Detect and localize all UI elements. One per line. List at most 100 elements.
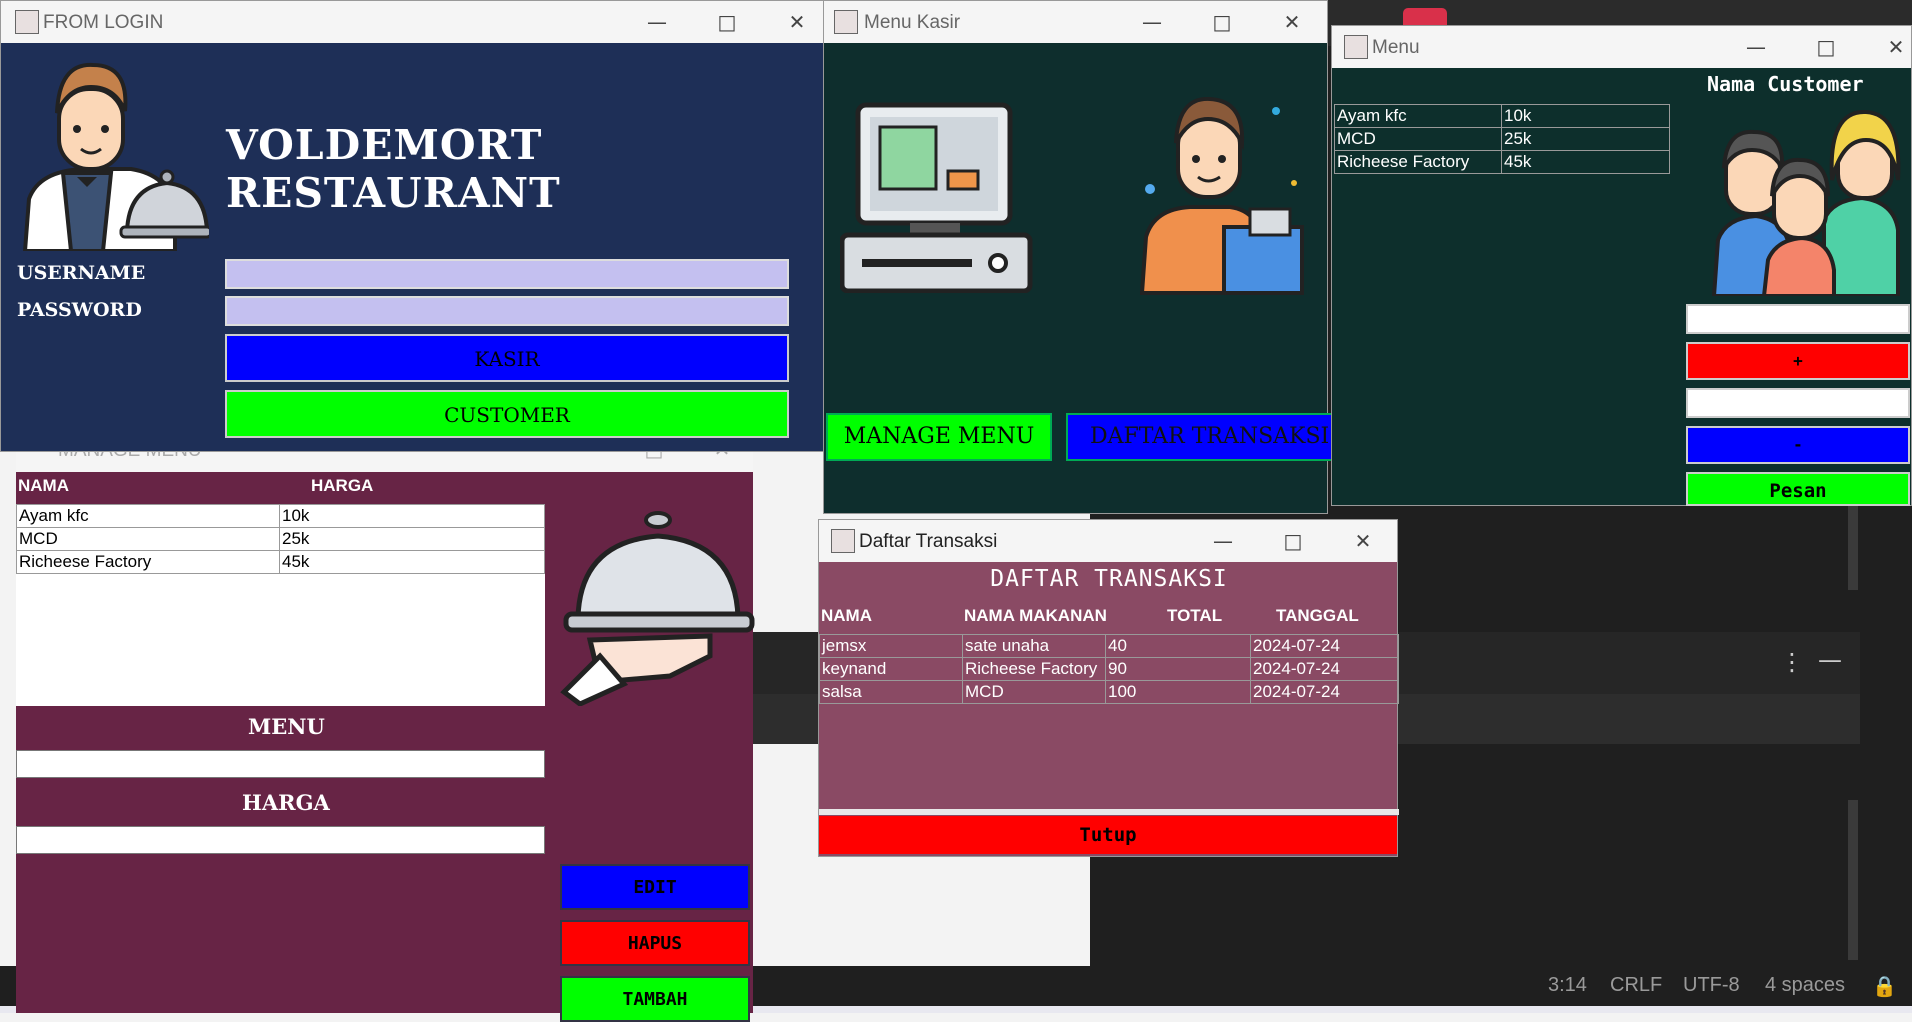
ide-scrollbar[interactable] bbox=[1848, 500, 1858, 590]
maximize-icon[interactable]: □ bbox=[1200, 7, 1244, 37]
table-row[interactable]: MCD 25k bbox=[1334, 127, 1670, 151]
col-header-harga: HARGA bbox=[311, 476, 374, 495]
table-row[interactable]: Richeese Factory 45k bbox=[16, 550, 545, 574]
username-input[interactable] bbox=[225, 259, 789, 289]
table-cell: MCD bbox=[16, 527, 280, 551]
table-cell: MCD bbox=[1334, 127, 1502, 151]
pesan-button[interactable]: Pesan bbox=[1686, 472, 1910, 506]
nama-customer-heading: Nama Customer bbox=[1707, 72, 1864, 96]
close-icon[interactable]: ✕ bbox=[775, 7, 819, 37]
manage-menu-button[interactable]: MANAGE MENU bbox=[826, 413, 1052, 461]
minimize-icon[interactable]: — bbox=[1201, 526, 1245, 556]
transaksi-table[interactable]: jemsx sate unaha 40 2024-07-24 keynand Riche… bbox=[819, 634, 1399, 704]
table-cell: Richeese Factory bbox=[16, 550, 280, 574]
minimize-panel-icon[interactable]: — bbox=[1818, 646, 1842, 674]
tambah-button[interactable]: TAMBAH bbox=[560, 976, 750, 1022]
maximize-icon[interactable]: □ bbox=[1804, 32, 1848, 62]
table-cell: 25k bbox=[279, 527, 545, 551]
table-cell: 2024-07-24 bbox=[1250, 657, 1399, 681]
maximize-icon[interactable]: □ bbox=[705, 7, 749, 37]
status-position[interactable]: 3:14 bbox=[1548, 974, 1587, 997]
username-label: USERNAME bbox=[17, 262, 146, 284]
status-indent[interactable]: 4 spaces bbox=[1765, 974, 1845, 997]
customer-button[interactable]: CUSTOMER bbox=[225, 390, 789, 438]
window-title: FROM LOGIN bbox=[43, 12, 164, 33]
table-cell: Richeese Factory bbox=[1334, 150, 1502, 174]
minimize-icon[interactable]: — bbox=[1130, 7, 1174, 37]
customer-menu-table[interactable]: Ayam kfc 10k MCD 25k Richeese Factory 45k bbox=[1334, 104, 1670, 174]
table-row[interactable]: Richeese Factory 45k bbox=[1334, 150, 1670, 174]
menu-input[interactable] bbox=[16, 750, 545, 778]
table-row[interactable]: Ayam kfc 10k bbox=[16, 504, 545, 528]
table-row[interactable]: Ayam kfc 10k bbox=[1334, 104, 1670, 128]
window-title: Menu bbox=[1372, 37, 1420, 58]
menu-table[interactable]: Ayam kfc 10k MCD 25k Richeese Factory 45k bbox=[16, 504, 545, 706]
col-header-tanggal: TANGGAL bbox=[1276, 606, 1359, 625]
password-label: PASSWORD bbox=[17, 299, 142, 321]
customers-group-icon bbox=[1712, 110, 1901, 296]
table-cell: 100 bbox=[1105, 680, 1251, 704]
table-row[interactable]: jemsx sate unaha 40 2024-07-24 bbox=[819, 634, 1399, 658]
close-icon[interactable]: ✕ bbox=[1270, 7, 1314, 37]
kasir-button[interactable]: KASIR bbox=[225, 334, 789, 382]
harga-label: HARGA bbox=[242, 790, 330, 815]
java-app-icon bbox=[831, 529, 855, 553]
transaksi-titlebar: Daftar Transaksi — □ ✕ bbox=[819, 520, 1397, 562]
customer-titlebar: Menu — □ ✕ bbox=[1332, 26, 1911, 68]
table-cell: MCD bbox=[962, 680, 1106, 704]
col-header-nama-makanan: NAMA MAKANAN bbox=[964, 606, 1107, 625]
menu-label: MENU bbox=[248, 714, 325, 739]
lock-icon[interactable]: 🔒 bbox=[1872, 974, 1897, 998]
status-encoding[interactable]: UTF-8 bbox=[1683, 974, 1740, 997]
table-row[interactable]: MCD 25k bbox=[16, 527, 545, 551]
daftar-transaksi-button[interactable]: DAFTAR TRANSAKSI bbox=[1066, 413, 1346, 461]
maximize-icon[interactable]: □ bbox=[1271, 526, 1315, 556]
table-cell: 45k bbox=[279, 550, 545, 574]
table-cell: keynand bbox=[819, 657, 963, 681]
manage-menu-window: MANAGE MENU □ ✕ NAMA HARGA Ayam kfc10k M… bbox=[16, 432, 755, 1022]
more-actions-icon[interactable]: ⋮ bbox=[1780, 648, 1804, 676]
quantity-input[interactable] bbox=[1686, 388, 1910, 418]
col-header-nama: NAMA bbox=[18, 476, 69, 495]
col-header-total: TOTAL bbox=[1167, 606, 1223, 625]
login-titlebar: FROM LOGIN — □ ✕ bbox=[1, 1, 823, 43]
table-cell: 40 bbox=[1105, 634, 1251, 658]
table-cell: 10k bbox=[1501, 104, 1670, 128]
table-cell: 45k bbox=[1501, 150, 1670, 174]
java-app-icon bbox=[834, 10, 858, 34]
col-header-nama: NAMA bbox=[821, 606, 872, 625]
serving-dish-icon bbox=[560, 511, 755, 706]
table-row[interactable]: keynand Richeese Factory 90 2024-07-24 bbox=[819, 657, 1399, 681]
table-row[interactable]: salsa MCD 100 2024-07-24 bbox=[819, 680, 1399, 704]
ide-scrollbar-lower[interactable] bbox=[1848, 800, 1858, 960]
customer-table-grid: Ayam kfc 10k MCD 25k Richeese Factory 45k bbox=[1334, 104, 1670, 174]
hapus-button[interactable]: HAPUS bbox=[560, 920, 750, 966]
table-cell: 2024-07-24 bbox=[1250, 634, 1399, 658]
table-cell: 25k bbox=[1501, 127, 1670, 151]
table-cell: 90 bbox=[1105, 657, 1251, 681]
close-icon[interactable]: ✕ bbox=[1874, 32, 1912, 62]
transaksi-table-grid: jemsx sate unaha 40 2024-07-24 keynand Riche… bbox=[819, 634, 1399, 704]
table-cell: salsa bbox=[819, 680, 963, 704]
customer-menu-window: Menu — □ ✕ Ayam kfc 10k MCD 25k Richeese F… bbox=[1331, 25, 1912, 506]
waiter-icon bbox=[22, 62, 209, 251]
status-eol[interactable]: CRLF bbox=[1610, 974, 1662, 997]
close-icon[interactable]: ✕ bbox=[1341, 526, 1385, 556]
java-app-icon bbox=[1344, 35, 1368, 59]
restaurant-heading: VOLDEMORT RESTAURANT bbox=[226, 121, 561, 217]
harga-input[interactable] bbox=[16, 826, 545, 854]
window-title: Daftar Transaksi bbox=[859, 531, 998, 552]
table-cell: jemsx bbox=[819, 634, 963, 658]
kasir-titlebar: Menu Kasir — □ ✕ bbox=[824, 1, 1327, 43]
plus-button[interactable]: + bbox=[1686, 342, 1910, 380]
minimize-icon[interactable]: — bbox=[635, 7, 679, 37]
login-window: FROM LOGIN — □ ✕ VOLDEMORT RESTAURANT US… bbox=[0, 0, 824, 452]
edit-button[interactable]: EDIT bbox=[560, 864, 750, 910]
divider bbox=[819, 809, 1399, 815]
minimize-icon[interactable]: — bbox=[1734, 32, 1778, 62]
nama-customer-input[interactable] bbox=[1686, 304, 1910, 334]
tutup-button[interactable]: Tutup bbox=[819, 816, 1397, 854]
window-title: Menu Kasir bbox=[864, 12, 961, 33]
minus-button[interactable]: - bbox=[1686, 426, 1910, 464]
password-input[interactable] bbox=[225, 296, 789, 326]
